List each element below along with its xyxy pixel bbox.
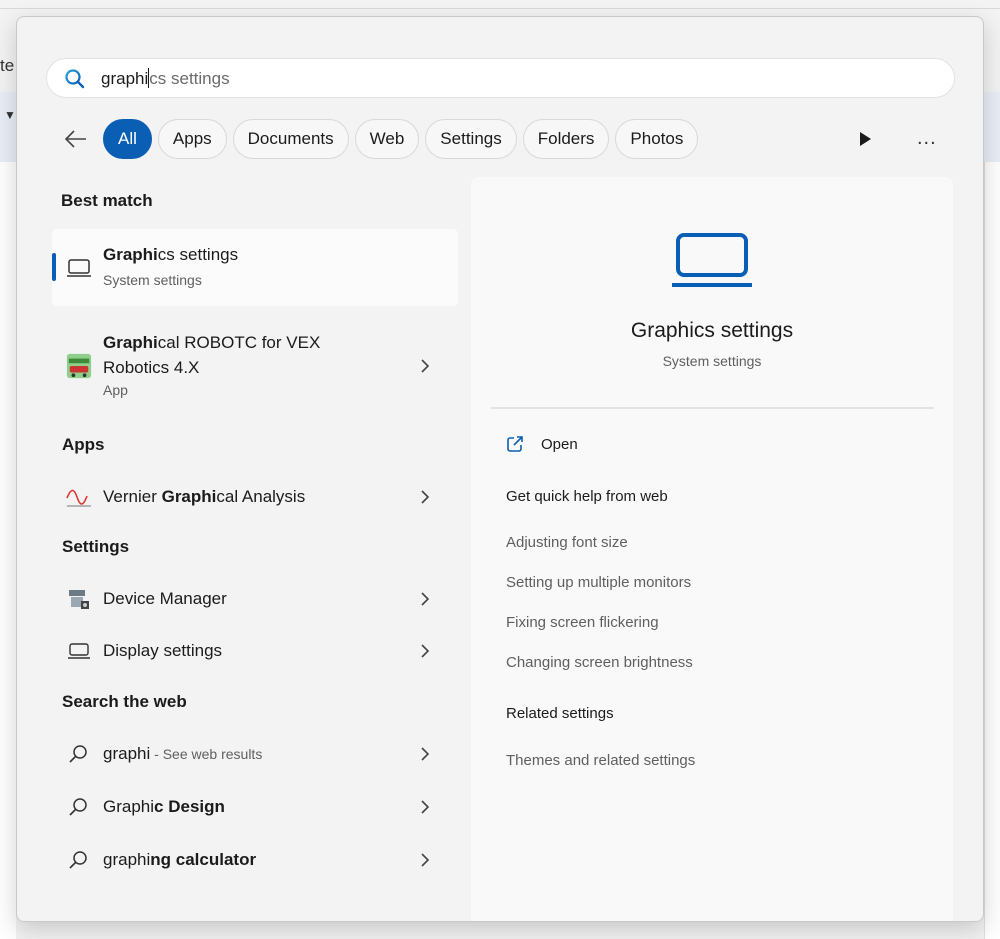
web-query-normal: graphi xyxy=(103,850,151,869)
match-bold: Graphi xyxy=(103,245,158,264)
related-settings-heading: Related settings xyxy=(506,705,614,722)
chevron-right-icon xyxy=(421,800,430,814)
web-result-graphi[interactable]: graphi - See web results xyxy=(52,734,458,774)
match-rest: cal Analysis xyxy=(216,487,306,506)
filter-settings[interactable]: Settings xyxy=(425,119,517,159)
web-result-graphing-calculator[interactable]: graphing calculator xyxy=(52,840,458,880)
device-manager-label: Device Manager xyxy=(103,589,227,608)
web-result-graphic-design[interactable]: Graphic Design xyxy=(52,787,458,827)
result-device-manager[interactable]: Device Manager xyxy=(52,579,458,619)
chevron-right-icon xyxy=(421,592,430,606)
web-heading: Search the web xyxy=(62,692,187,711)
open-button[interactable]: Open xyxy=(506,435,578,453)
web-result-label: Graphic Design xyxy=(103,797,225,817)
web-query-normal: Graphi xyxy=(103,797,155,816)
settings-heading: Settings xyxy=(62,537,130,556)
filter-documents[interactable]: Documents xyxy=(232,119,349,159)
robotc-subtitle: App xyxy=(103,382,128,398)
best-match-heading: Best match xyxy=(61,191,153,210)
result-display-settings[interactable]: Display settings xyxy=(52,631,458,671)
match-bold: Graphi xyxy=(161,487,217,506)
display-settings-label: Display settings xyxy=(103,641,223,660)
preview-subtitle: System settings xyxy=(662,353,762,369)
start-search-panel: graphics settings All Apps Documents Web… xyxy=(16,16,984,922)
best-match-result[interactable]: Graphics settings System settings xyxy=(52,229,458,306)
match-rest: cs settings xyxy=(157,245,239,264)
search-autocomplete: cs settings xyxy=(149,69,230,88)
chevron-right-icon xyxy=(421,490,430,504)
robotc-app-icon xyxy=(66,353,92,379)
more-filters-play-icon[interactable] xyxy=(855,129,875,149)
search-icon xyxy=(66,847,92,873)
search-icon xyxy=(66,794,92,820)
quick-help-heading: Get quick help from web xyxy=(506,488,668,505)
filter-apps[interactable]: Apps xyxy=(157,119,227,159)
search-icon xyxy=(65,69,85,89)
match-rest: cal ROBOTC for VEX xyxy=(157,333,321,352)
match-line2: Robotics 4.X xyxy=(103,358,200,377)
background-document-edge xyxy=(984,162,1000,939)
chevron-right-icon xyxy=(421,747,430,761)
background-dropdown-icon: ▼ xyxy=(4,108,16,122)
filter-photos[interactable]: Photos xyxy=(615,119,699,159)
help-link-screen-brightness[interactable]: Changing screen brightness xyxy=(506,654,693,671)
apps-heading: Apps xyxy=(62,435,105,454)
best-match-title: Graphics settings xyxy=(103,245,238,265)
back-arrow-icon xyxy=(64,130,86,148)
search-icon xyxy=(66,741,92,767)
web-query-bold: ng calculator xyxy=(150,850,257,869)
web-result-label: graphing calculator xyxy=(103,850,256,870)
laptop-icon xyxy=(66,638,92,664)
back-button[interactable] xyxy=(61,124,91,154)
filter-all[interactable]: All xyxy=(103,119,152,159)
selection-indicator xyxy=(52,253,56,281)
chevron-right-icon xyxy=(421,359,430,373)
search-typed-text: graphi xyxy=(101,69,149,88)
vernier-graph-icon xyxy=(66,484,92,510)
help-link-multiple-monitors[interactable]: Setting up multiple monitors xyxy=(506,574,691,591)
filter-folders[interactable]: Folders xyxy=(522,119,610,159)
preview-divider xyxy=(491,407,934,409)
web-results-suffix: - See web results xyxy=(150,746,263,762)
web-result-label: graphi - See web results xyxy=(103,744,262,764)
best-match-subtitle: System settings xyxy=(103,272,202,288)
help-link-screen-flickering[interactable]: Fixing screen flickering xyxy=(506,614,659,631)
device-manager-icon xyxy=(66,586,92,612)
match-prefix: Vernier xyxy=(103,487,162,506)
open-label: Open xyxy=(541,435,578,453)
filter-web[interactable]: Web xyxy=(354,119,420,159)
laptop-icon xyxy=(672,233,752,287)
search-query: graphics settings xyxy=(101,68,230,89)
related-link-themes[interactable]: Themes and related settings xyxy=(506,752,695,769)
robotc-title: Graphical ROBOTC for VEX Robotics 4.X xyxy=(103,330,320,380)
result-vernier-app[interactable]: Vernier Graphical Analysis xyxy=(52,477,458,517)
help-link-font-size[interactable]: Adjusting font size xyxy=(506,534,628,551)
laptop-icon xyxy=(66,255,92,281)
filter-bar: All Apps Documents Web Settings Folders … xyxy=(61,119,704,159)
match-bold: Graphi xyxy=(103,333,158,352)
result-robotc-app[interactable]: Graphical ROBOTC for VEX Robotics 4.X App xyxy=(52,320,458,412)
background-document xyxy=(0,162,16,939)
background-text-fragment: te xyxy=(0,56,15,75)
web-query-normal: graphi xyxy=(103,744,151,763)
background-divider xyxy=(0,8,1000,9)
vernier-title: Vernier Graphical Analysis xyxy=(103,487,305,507)
open-external-icon xyxy=(507,436,523,452)
chevron-right-icon xyxy=(421,853,430,867)
web-query-bold: c Design xyxy=(154,797,225,816)
search-input[interactable]: graphics settings xyxy=(46,58,955,98)
chevron-right-icon xyxy=(421,644,430,658)
preview-title: Graphics settings xyxy=(630,319,794,342)
more-options-button[interactable]: ... xyxy=(917,127,937,150)
preview-pane: Graphics settings System settings Open G… xyxy=(471,177,953,921)
